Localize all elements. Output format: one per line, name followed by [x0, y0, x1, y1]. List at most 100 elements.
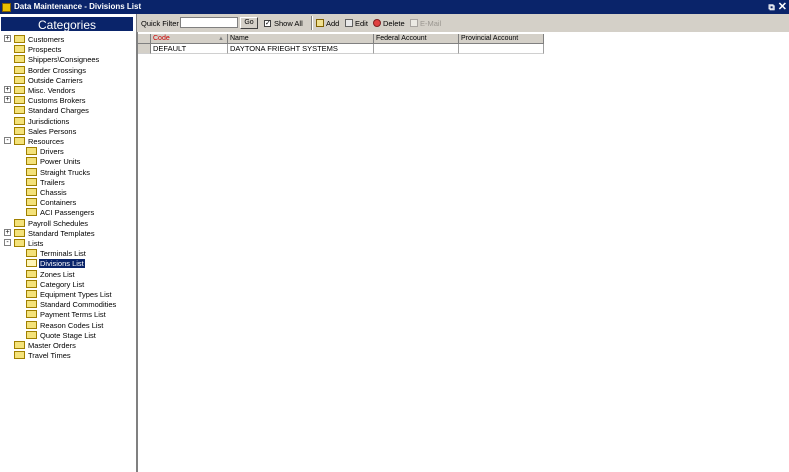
add-icon [316, 19, 324, 27]
folder-icon [14, 76, 25, 84]
tree-item[interactable]: Border Crossings [14, 65, 87, 75]
tree-item-label: Misc. Vendors [28, 85, 76, 95]
folder-icon [26, 310, 37, 318]
column-header-code[interactable]: Code ▲ [151, 34, 228, 44]
tree-item[interactable]: Terminals List [26, 248, 87, 258]
restore-icon[interactable]: ⧉ [768, 2, 774, 12]
collapse-icon[interactable]: - [4, 137, 11, 144]
tree-item-label: Containers [40, 197, 77, 207]
email-label: E-Mail [420, 18, 442, 28]
tree-item[interactable]: Payment Terms List [26, 309, 107, 319]
tree-item[interactable]: Zones List [26, 269, 76, 279]
expand-icon[interactable]: + [4, 96, 11, 103]
cell-federal-account[interactable] [374, 44, 459, 54]
tree-item-label: Standard Commodities [40, 299, 117, 309]
tree-item-label: Terminals List [40, 248, 86, 258]
tree-item[interactable]: Jurisdictions [14, 116, 70, 126]
expand-icon[interactable]: + [4, 86, 11, 93]
tree-item[interactable]: Divisions List [26, 258, 85, 268]
tree-item[interactable]: Straight Trucks [26, 167, 91, 177]
tree-item[interactable]: - Resources [4, 136, 65, 146]
expand-icon[interactable]: + [4, 229, 11, 236]
tree-item[interactable]: Containers [26, 197, 77, 207]
folder-icon [26, 270, 37, 278]
delete-label: Delete [383, 18, 405, 28]
tree-item[interactable]: Prospects [14, 44, 62, 54]
tree-item[interactable]: + Customs Brokers [4, 95, 87, 105]
toolbar-separator [311, 16, 313, 30]
cell-code[interactable]: DEFAULT [151, 44, 228, 54]
row-selector[interactable] [138, 44, 151, 54]
categories-panel: Categories + Customers Prospects Shippers\C… [0, 14, 137, 472]
folder-icon [14, 35, 25, 43]
cell-name[interactable]: DAYTONA FRIEGHT SYSTEMS [228, 44, 374, 54]
quick-filter-input[interactable] [180, 17, 238, 28]
folder-icon [14, 137, 25, 145]
tree-item[interactable]: Equipment Types List [26, 289, 113, 299]
tree-item-label: Divisions List [39, 258, 85, 268]
email-button[interactable]: E-Mail [410, 14, 441, 32]
tree-item-label: Sales Persons [28, 126, 77, 136]
tree-item[interactable]: Master Orders [14, 340, 77, 350]
tree-item[interactable]: Drivers [26, 146, 65, 156]
tree-item-label: Trailers [40, 177, 65, 187]
close-icon[interactable]: ✕ [778, 2, 787, 13]
tree-item[interactable]: + Customers [4, 34, 65, 44]
tree-item[interactable]: ACI Passengers [26, 207, 95, 217]
tree-item[interactable]: + Misc. Vendors [4, 85, 76, 95]
tree-item-label: Equipment Types List [40, 289, 112, 299]
add-button[interactable]: Add [316, 14, 339, 32]
column-header-name[interactable]: Name [228, 34, 374, 44]
folder-icon [14, 219, 25, 227]
title-bar: Data Maintenance - Divisions List ⧉ ✕ [0, 0, 789, 14]
tree-item[interactable]: Chassis [26, 187, 68, 197]
folder-icon [26, 331, 37, 339]
go-button[interactable]: Go [240, 17, 258, 29]
folder-icon [26, 198, 37, 206]
tree-item-label: Outside Carriers [28, 75, 83, 85]
tree-item-label: Payment Terms List [40, 309, 106, 319]
edit-button[interactable]: Edit [345, 14, 368, 32]
expand-icon[interactable]: + [4, 35, 11, 42]
tree-item[interactable]: Shippers\Consignees [14, 54, 100, 64]
tree-item[interactable]: Standard Charges [14, 105, 90, 115]
column-header-federal-account[interactable]: Federal Account [374, 34, 459, 44]
folder-icon [14, 341, 25, 349]
check-icon[interactable]: ✓ [264, 19, 271, 27]
tree-item[interactable]: Reason Codes List [26, 320, 104, 330]
grid-header: Code ▲ Name Federal Account Provincial A… [138, 34, 544, 44]
show-all-checkbox[interactable]: ✓ Show All [264, 14, 303, 32]
tree-item-label: Straight Trucks [40, 167, 91, 177]
folder-icon [14, 117, 25, 125]
tree-item-label: Customs Brokers [28, 95, 86, 105]
tree-item[interactable]: Trailers [26, 177, 66, 187]
add-label: Add [326, 18, 340, 28]
folder-icon [26, 147, 37, 155]
tree-item[interactable]: - Lists [4, 238, 44, 248]
folder-icon [26, 300, 37, 308]
edit-label: Edit [355, 18, 368, 28]
folder-icon [26, 157, 37, 165]
tree-item-label: Payroll Schedules [28, 218, 89, 228]
tree-item[interactable]: Quote Stage List [26, 330, 97, 340]
tree-item[interactable]: Payroll Schedules [14, 218, 89, 228]
column-header-provincial-account[interactable]: Provincial Account [459, 34, 544, 44]
tree-item[interactable]: Power Units [26, 156, 81, 166]
tree-item-label: Standard Templates [28, 228, 95, 238]
tree-item[interactable]: Outside Carriers [14, 75, 84, 85]
tree-item-label: Lists [28, 238, 44, 248]
delete-button[interactable]: Delete [373, 14, 405, 32]
tree-item[interactable]: Category List [26, 279, 85, 289]
table-row[interactable]: DEFAULT DAYTONA FRIEGHT SYSTEMS [138, 44, 544, 54]
collapse-icon[interactable]: - [4, 239, 11, 246]
tree-item-label: Shippers\Consignees [28, 54, 100, 64]
divisions-grid: Code ▲ Name Federal Account Provincial A… [137, 32, 789, 472]
tree-item-label: Resources [28, 136, 64, 146]
tree-item-label: Quote Stage List [40, 330, 96, 340]
tree-item[interactable]: Travel Times [14, 350, 72, 360]
cell-provincial-account[interactable] [459, 44, 544, 54]
tree-item[interactable]: Standard Commodities [26, 299, 117, 309]
tree-item[interactable]: + Standard Templates [4, 228, 96, 238]
tree-item[interactable]: Sales Persons [14, 126, 77, 136]
folder-icon [14, 45, 25, 53]
